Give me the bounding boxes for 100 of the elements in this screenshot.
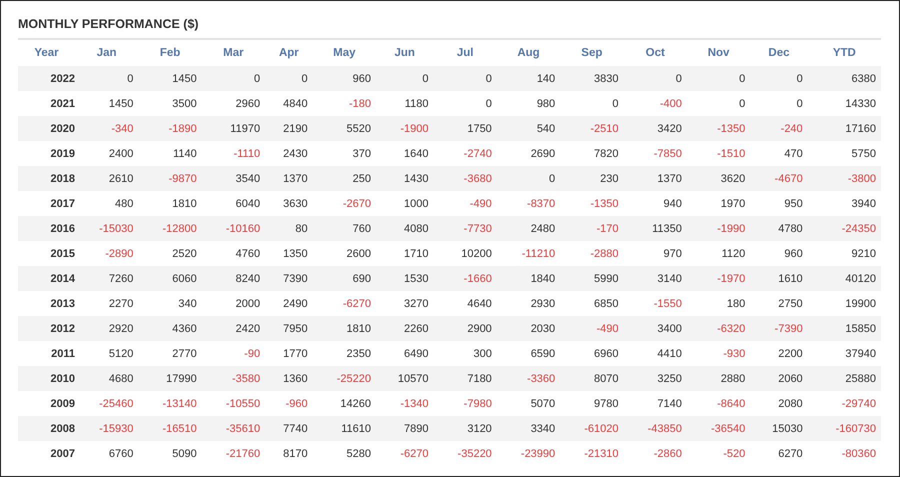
value-cell: 2190	[265, 116, 313, 141]
column-header: YTD	[808, 39, 881, 66]
value-cell: 7740	[265, 416, 313, 441]
value-cell: 3140	[624, 266, 687, 291]
value-cell: -80360	[808, 441, 881, 466]
value-cell: 760	[312, 216, 376, 241]
value-cell: 0	[433, 91, 497, 116]
value-cell: 1770	[265, 341, 313, 366]
value-cell: -490	[433, 191, 497, 216]
value-cell: 230	[560, 166, 624, 191]
value-cell: 2350	[312, 341, 376, 366]
value-cell: 3420	[624, 116, 687, 141]
value-cell: 2200	[750, 341, 808, 366]
column-header: May	[312, 39, 376, 66]
value-cell: 3270	[376, 291, 434, 316]
value-cell: 9210	[808, 241, 881, 266]
year-cell: 2022	[18, 66, 75, 91]
value-cell: 3620	[686, 166, 750, 191]
value-cell: 1970	[686, 191, 750, 216]
value-cell: 2060	[750, 366, 808, 391]
value-cell: 4780	[750, 216, 808, 241]
value-cell: 2900	[433, 316, 497, 341]
value-cell: -6270	[312, 291, 376, 316]
value-cell: 14260	[312, 391, 376, 416]
value-cell: 2930	[496, 291, 560, 316]
value-cell: -16510	[138, 416, 202, 441]
value-cell: 2260	[376, 316, 434, 341]
value-cell: 6590	[496, 341, 560, 366]
value-cell: -1550	[624, 291, 687, 316]
value-cell: 1840	[496, 266, 560, 291]
value-cell: 1370	[624, 166, 687, 191]
value-cell: 7950	[265, 316, 313, 341]
value-cell: -24350	[808, 216, 881, 241]
value-cell: -8640	[686, 391, 750, 416]
value-cell: 140	[496, 66, 560, 91]
year-cell: 2019	[18, 141, 75, 166]
value-cell: 0	[202, 66, 266, 91]
value-cell: -11210	[496, 241, 560, 266]
value-cell: 4410	[624, 341, 687, 366]
value-cell: 7890	[376, 416, 434, 441]
value-cell: 11610	[312, 416, 376, 441]
value-cell: 2480	[496, 216, 560, 241]
value-cell: -930	[686, 341, 750, 366]
value-cell: 3940	[808, 191, 881, 216]
value-cell: -6270	[376, 441, 434, 466]
value-cell: 0	[496, 166, 560, 191]
value-cell: 3340	[496, 416, 560, 441]
value-cell: 0	[75, 66, 138, 91]
value-cell: 2490	[265, 291, 313, 316]
value-cell: -1110	[202, 141, 266, 166]
column-header: Aug	[496, 39, 560, 66]
value-cell: 970	[624, 241, 687, 266]
value-cell: -35220	[433, 441, 497, 466]
year-cell: 2008	[18, 416, 75, 441]
value-cell: 1430	[376, 166, 434, 191]
year-cell: 2015	[18, 241, 75, 266]
value-cell: -170	[560, 216, 624, 241]
value-cell: -29740	[808, 391, 881, 416]
value-cell: -960	[265, 391, 313, 416]
value-cell: 7140	[624, 391, 687, 416]
value-cell: 1180	[376, 91, 434, 116]
value-cell: 14330	[808, 91, 881, 116]
value-cell: 5990	[560, 266, 624, 291]
value-cell: 17160	[808, 116, 881, 141]
value-cell: 19900	[808, 291, 881, 316]
value-cell: -23990	[496, 441, 560, 466]
value-cell: -15030	[75, 216, 138, 241]
value-cell: 5750	[808, 141, 881, 166]
value-cell: 5280	[312, 441, 376, 466]
value-cell: -3360	[496, 366, 560, 391]
value-cell: -3800	[808, 166, 881, 191]
value-cell: -1350	[686, 116, 750, 141]
value-cell: 2420	[202, 316, 266, 341]
year-cell: 2018	[18, 166, 75, 191]
value-cell: 0	[686, 91, 750, 116]
value-cell: -340	[75, 116, 138, 141]
value-cell: 0	[265, 66, 313, 91]
year-cell: 2011	[18, 341, 75, 366]
value-cell: 2520	[138, 241, 202, 266]
value-cell: -36540	[686, 416, 750, 441]
value-cell: -3580	[202, 366, 266, 391]
year-cell: 2020	[18, 116, 75, 141]
value-cell: 1360	[265, 366, 313, 391]
value-cell: -13140	[138, 391, 202, 416]
value-cell: 1610	[750, 266, 808, 291]
value-cell: 2960	[202, 91, 266, 116]
value-cell: -240	[750, 116, 808, 141]
value-cell: -400	[624, 91, 687, 116]
value-cell: 1530	[376, 266, 434, 291]
value-cell: -61020	[560, 416, 624, 441]
value-cell: 0	[750, 91, 808, 116]
value-cell: 470	[750, 141, 808, 166]
value-cell: 2000	[202, 291, 266, 316]
value-cell: -7980	[433, 391, 497, 416]
value-cell: 0	[686, 66, 750, 91]
column-header: Jun	[376, 39, 434, 66]
value-cell: 2400	[75, 141, 138, 166]
value-cell: 1000	[376, 191, 434, 216]
column-header: Oct	[624, 39, 687, 66]
value-cell: 3500	[138, 91, 202, 116]
